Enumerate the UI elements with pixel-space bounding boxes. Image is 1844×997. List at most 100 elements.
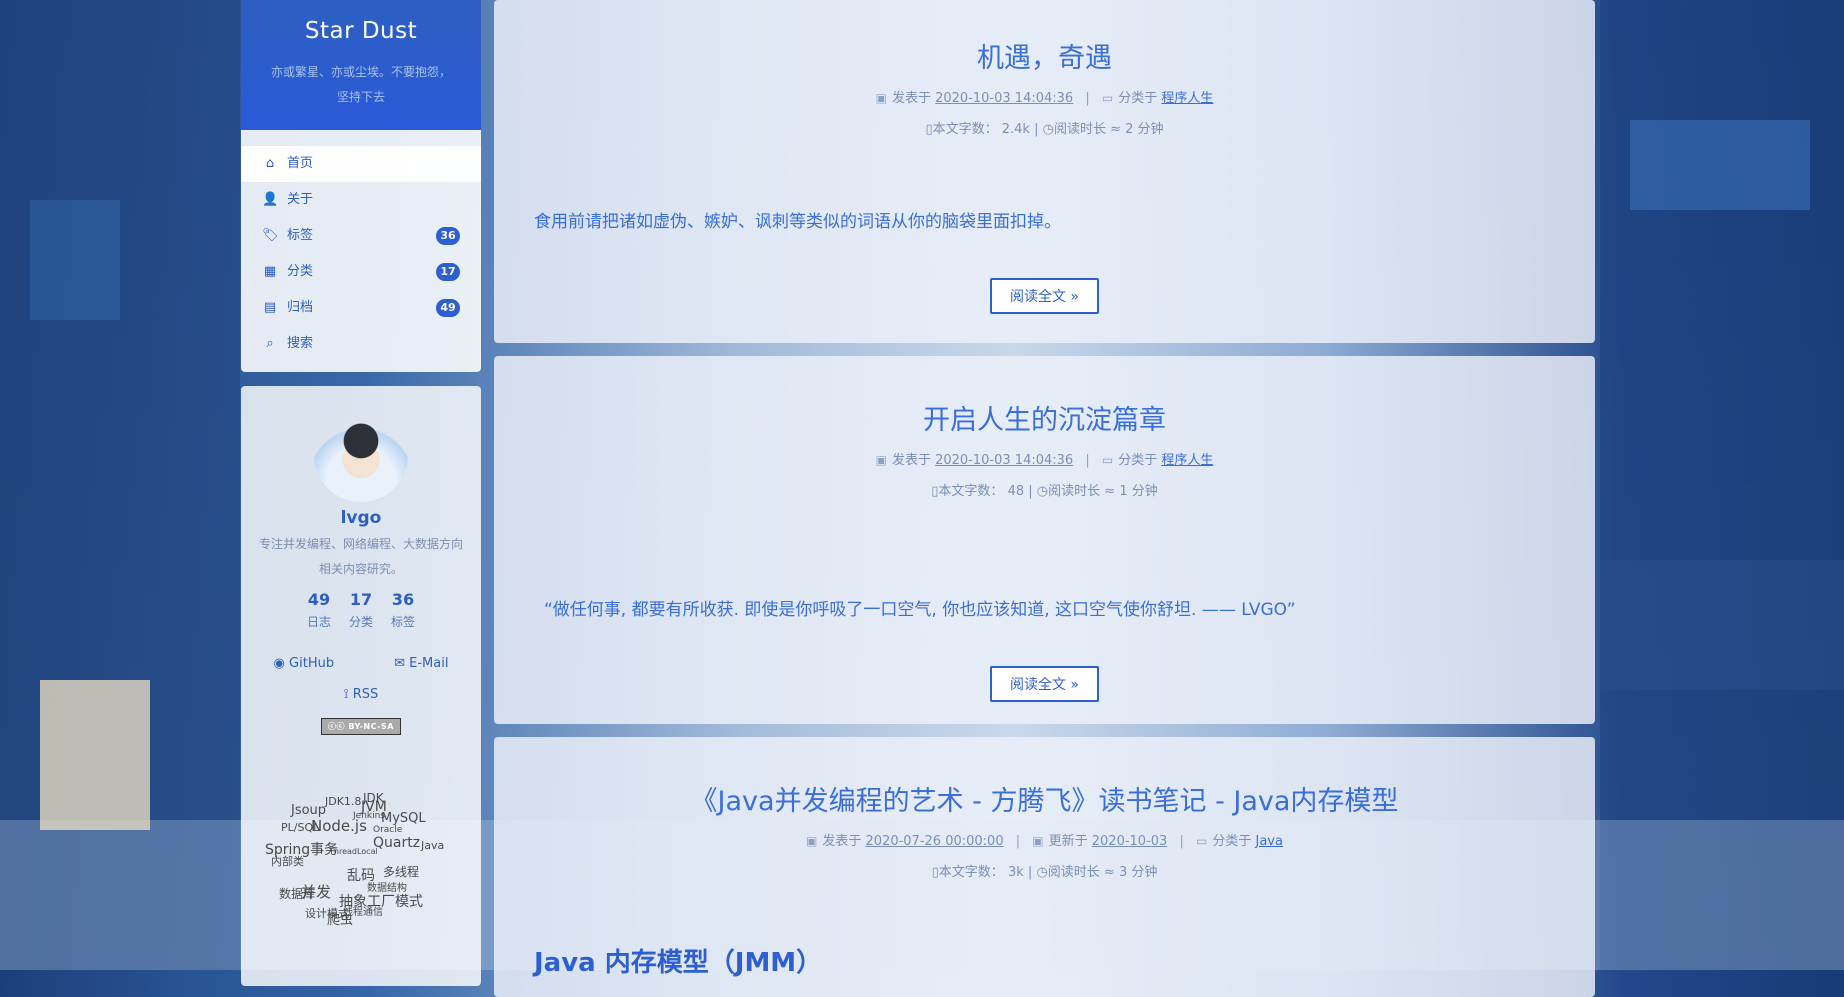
file-icon: ▯ [931,865,939,880]
user-icon: 👤 [262,192,279,207]
read-time: 2 分钟 [1125,122,1164,137]
read-time: 1 分钟 [1119,484,1158,499]
stat-label: 日志 [306,615,331,629]
meta-divider: | [1027,865,1033,880]
word-count: 2.4k [1001,122,1030,137]
stat-number: 17 [349,590,373,609]
read-time: 3 分钟 [1118,865,1158,880]
post-meta: ▣ 发表于 2020-10-03 14:04:36 | ▭ 分类于 程序人生 [494,87,1595,106]
stat-number: 49 [307,590,331,609]
menu-item-home[interactable]: ⌂ 首页 [241,146,481,182]
posted-label: 发表于 [891,453,931,468]
tag-cloud: JDK1.8 JDK Jsoup JVM MySQL PL/SQL Node.j… [255,791,467,945]
stat-number: 36 [391,590,415,609]
tag-link[interactable]: 线程通信 [343,903,383,918]
tag-link[interactable]: Jsoup [291,803,326,818]
tag-link[interactable]: ThreadLocal [329,847,378,856]
menu-item-label: 搜索 [287,336,314,351]
category-link[interactable]: 程序人生 [1161,91,1213,106]
meta-divider: | [1015,834,1021,849]
github-label: GitHub [289,656,335,671]
stat-posts[interactable]: 49 日志 [307,590,331,630]
menu-item-label: 标签 [287,228,314,243]
posted-date: 2020-10-03 14:04:36 [935,453,1074,468]
posted-label: 发表于 [822,834,862,849]
menu-item-search[interactable]: ⌕ 搜索 [241,326,481,362]
post-card: 《Java并发编程的艺术 - 方腾飞》读书笔记 - Java内存模型 ▣ 发表于 … [494,737,1595,997]
time-label: 阅读时长 ≈ [1047,865,1115,880]
menu-item-about[interactable]: 👤 关于 [241,182,481,218]
read-more-button[interactable]: 阅读全文 » [989,666,1099,702]
meta-divider: | [1028,484,1033,499]
author-name: lvgo [340,508,382,528]
calendar-icon: ▣ [875,453,887,467]
site-brand: Star Dust 亦或繁星、亦或尘埃。不要抱怨，坚持下去 [241,0,481,130]
post-excerpt: “做任何事, 都要有所收获. 即使是你呼吸了一口空气, 你也应该知道, 这口空气… [544,600,1296,620]
social-links: ◉ GitHub ✉ E-Mail [255,656,467,671]
folder-icon: ▭ [1101,91,1114,105]
stat-categories[interactable]: 17 分类 [349,590,373,630]
folder-icon: ▭ [1101,453,1114,467]
tag-link[interactable]: 数据库 [279,885,315,902]
tag-link[interactable]: MySQL [381,811,426,826]
menu-item-categories[interactable]: ▦ 分类 17 [241,254,481,290]
main-menu: ⌂ 首页 👤 关于 🏷 标签 36 ▦ 分类 17 ▤ 归档 49 ⌕ 搜索 [241,130,481,372]
clock-icon: ◷ [1036,865,1048,880]
read-more-button[interactable]: 阅读全文 » [989,278,1099,314]
post-card: 机遇，奇遇 ▣ 发表于 2020-10-03 14:04:36 | ▭ 分类于 程序… [494,0,1595,343]
tag-link[interactable]: 多线程 [383,863,419,880]
github-link[interactable]: ◉ GitHub [274,656,335,671]
tag-link[interactable]: Oracle [373,825,402,835]
post-title[interactable]: 《Java并发编程的艺术 - 方腾飞》读书笔记 - Java内存模型 [494,779,1595,818]
category-label: 分类于 [1212,834,1252,849]
category-link[interactable]: Java [1256,834,1283,849]
calendar-check-icon: ▣ [1032,834,1044,848]
archive-icon: ▤ [263,300,277,315]
post-card: 开启人生的沉淀篇章 ▣ 发表于 2020-10-03 14:04:36 | ▭ 分类… [494,356,1595,724]
home-icon: ⌂ [265,156,275,171]
folder-icon: ▭ [1196,834,1208,848]
updated-date: 2020-10-03 [1091,834,1168,849]
time-label: 阅读时长 ≈ [1053,122,1121,137]
tag-link[interactable]: 内部类 [271,853,304,869]
site-subtitle: 亦或繁星、亦或尘埃。不要抱怨，坚持下去 [270,65,451,104]
tag-link[interactable]: Quartz [373,835,420,851]
site-title[interactable]: Star Dust [241,18,481,44]
word-count: 3k [1007,865,1024,880]
stat-label: 分类 [348,615,373,629]
words-label: 本文字数： [932,122,998,137]
tag-link[interactable]: Java [421,839,444,852]
post-title[interactable]: 开启人生的沉淀篇章 [494,398,1595,437]
menu-item-tags[interactable]: 🏷 标签 36 [241,218,481,254]
meta-divider: | [1085,91,1090,106]
post-subheading: Java 内存模型（JMM） [534,948,823,978]
category-link[interactable]: 程序人生 [1161,453,1213,468]
posted-label: 发表于 [891,91,931,106]
categories-count-badge: 17 [436,263,460,281]
stat-label: 标签 [391,615,416,629]
menu-item-label: 分类 [287,264,314,279]
email-link[interactable]: ✉ E-Mail [394,656,448,671]
posted-date: 2020-10-03 14:04:36 [935,91,1074,106]
post-stats: ▯本文字数： 48 | ◷阅读时长 ≈ 1 分钟 [494,480,1595,499]
menu-item-label: 关于 [287,192,314,207]
rss-link[interactable]: ⟟ RSS [255,687,467,702]
grid-icon: ▦ [263,264,277,279]
tag-link[interactable]: JDK1.8 [325,795,361,808]
category-label: 分类于 [1118,91,1158,106]
menu-item-archives[interactable]: ▤ 归档 49 [241,290,481,326]
category-label: 分类于 [1118,453,1158,468]
sidebar: Star Dust 亦或繁星、亦或尘埃。不要抱怨，坚持下去 ⌂ 首页 👤 关于 🏷 标… [241,0,481,986]
post-stats: ▯本文字数： 3k | ◷阅读时长 ≈ 3 分钟 [494,861,1595,880]
tag-link[interactable]: Jenkins [353,811,385,821]
stat-tags[interactable]: 36 标签 [391,590,415,630]
meta-divider: | [1034,122,1039,137]
author-stats: 49 日志 17 分类 36 标签 [255,590,467,630]
post-title[interactable]: 机遇，奇遇 [494,36,1595,75]
author-profile: lvgo 专注并发编程、网络编程、大数据方向相关内容研究。 49 日志 17 分… [241,386,481,986]
archives-count-badge: 49 [436,299,460,317]
license-badge[interactable]: ⓒⓒ BY-NC-SA [321,718,401,735]
license-label: BY-NC-SA [348,722,394,731]
post-meta: ▣ 发表于 2020-10-03 14:04:36 | ▭ 分类于 程序人生 [494,449,1595,468]
updated-label: 更新于 [1048,834,1088,849]
